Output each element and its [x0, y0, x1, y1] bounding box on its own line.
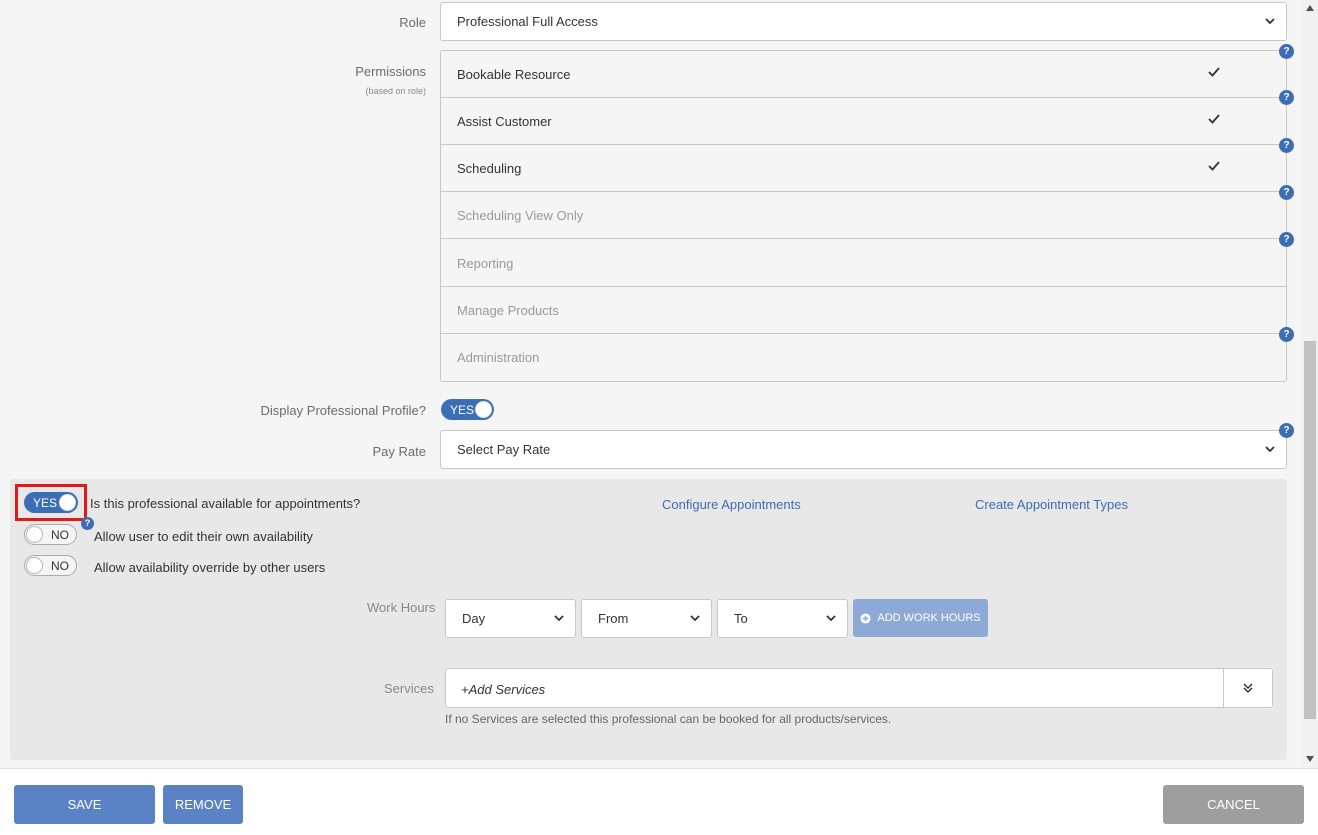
override-availability-label: Allow availability override by other use…: [94, 560, 326, 575]
checkmark-icon: [1208, 161, 1220, 171]
permission-item-manage-products[interactable]: Manage Products: [441, 287, 1286, 334]
role-label: Role: [399, 15, 426, 30]
chevron-down-icon: [1265, 17, 1275, 24]
available-toggle[interactable]: YES: [24, 492, 78, 513]
pay-rate-label: Pay Rate: [372, 444, 426, 459]
permission-item-administration[interactable]: Administration: [441, 334, 1286, 381]
work-hours-from-select[interactable]: From: [581, 599, 712, 638]
pay-rate-value: Select Pay Rate: [457, 442, 551, 457]
permission-label: Reporting: [457, 255, 514, 271]
toggle-state: NO: [51, 527, 69, 542]
toggle-state: YES: [33, 495, 58, 510]
toggle-knob: [59, 494, 76, 511]
services-note: If no Services are selected this profess…: [445, 712, 892, 726]
permission-item-scheduling[interactable]: Scheduling: [441, 145, 1286, 192]
permission-label: Bookable Resource: [457, 66, 571, 82]
permission-label: Scheduling: [457, 160, 522, 176]
override-availability-toggle[interactable]: NO: [24, 555, 77, 576]
permission-item-assist-customer[interactable]: Assist Customer: [441, 98, 1286, 145]
help-icon[interactable]: ?: [1279, 185, 1294, 200]
toggle-knob: [475, 401, 492, 418]
configure-appointments-link[interactable]: Configure Appointments: [662, 497, 801, 512]
chevron-down-icon: [826, 614, 836, 621]
help-icon[interactable]: ?: [1279, 232, 1294, 247]
edit-own-availability-toggle[interactable]: NO: [24, 524, 77, 545]
help-icon[interactable]: ?: [81, 517, 94, 530]
permission-item-scheduling-view-only[interactable]: Scheduling View Only: [441, 192, 1286, 239]
permission-item-bookable-resource[interactable]: Bookable Resource: [441, 51, 1286, 98]
chevron-down-icon: [690, 614, 700, 621]
scrollbar-thumb[interactable]: [1304, 341, 1316, 719]
chevron-down-icon: [1265, 445, 1275, 452]
chevron-down-icon: [554, 614, 564, 621]
plus-circle-icon: [860, 612, 871, 624]
work-hours-to-select[interactable]: To: [717, 599, 848, 638]
help-icon[interactable]: ?: [1279, 90, 1294, 105]
permission-item-reporting[interactable]: Reporting: [441, 240, 1286, 287]
checkmark-icon: [1208, 114, 1220, 124]
available-label: Is this professional available for appoi…: [90, 496, 361, 511]
help-icon[interactable]: ?: [1279, 44, 1294, 59]
services-multiselect[interactable]: +Add Services: [445, 668, 1273, 708]
permission-label: Scheduling View Only: [457, 207, 584, 223]
permission-label: Manage Products: [457, 302, 559, 318]
toggle-knob: [26, 526, 43, 543]
help-icon[interactable]: ?: [1279, 138, 1294, 153]
services-label: Services: [384, 681, 434, 696]
display-profile-toggle[interactable]: YES: [441, 399, 494, 420]
day-value: Day: [462, 611, 486, 626]
services-dropdown-toggle[interactable]: [1223, 669, 1272, 707]
work-hours-day-select[interactable]: Day: [445, 599, 576, 638]
add-work-hours-button[interactable]: ADD WORK HOURS: [853, 599, 988, 637]
scroll-up-arrow-icon[interactable]: [1306, 5, 1314, 11]
checkmark-icon: [1208, 67, 1220, 77]
cancel-button[interactable]: CANCEL: [1163, 785, 1304, 824]
add-work-hours-label: ADD WORK HOURS: [877, 612, 981, 624]
work-hours-label: Work Hours: [367, 600, 436, 615]
permissions-list: Bookable Resource Assist Customer Schedu…: [440, 50, 1287, 382]
toggle-state: YES: [450, 402, 475, 417]
double-chevron-down-icon: [1243, 683, 1253, 694]
permissions-sublabel: (based on role): [365, 86, 426, 96]
pay-rate-select[interactable]: Select Pay Rate: [440, 430, 1287, 469]
permission-label: Administration: [457, 350, 540, 365]
role-select[interactable]: Professional Full Access: [440, 2, 1287, 41]
to-value: To: [734, 611, 748, 626]
services-placeholder: +Add Services: [461, 682, 546, 697]
remove-button[interactable]: REMOVE: [163, 785, 243, 824]
role-value: Professional Full Access: [457, 14, 598, 29]
create-appointment-types-link[interactable]: Create Appointment Types: [975, 497, 1128, 512]
toggle-state: NO: [51, 558, 69, 573]
help-icon[interactable]: ?: [1279, 423, 1294, 438]
toggle-knob: [26, 557, 43, 574]
permission-label: Assist Customer: [457, 113, 552, 129]
permissions-label: Permissions: [355, 64, 426, 79]
edit-own-availability-label: Allow user to edit their own availabilit…: [94, 529, 313, 544]
help-icon[interactable]: ?: [1279, 327, 1294, 342]
scroll-down-arrow-icon[interactable]: [1306, 756, 1314, 762]
save-button[interactable]: SAVE: [14, 785, 155, 824]
from-value: From: [598, 611, 629, 626]
display-profile-label: Display Professional Profile?: [260, 403, 426, 418]
